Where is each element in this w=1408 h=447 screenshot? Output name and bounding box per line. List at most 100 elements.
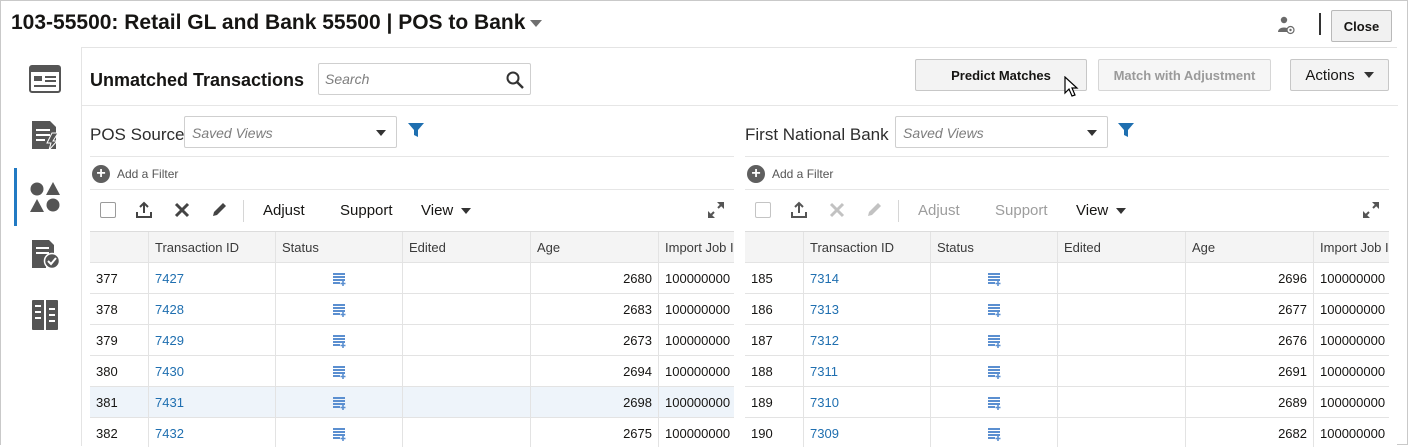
user-settings-icon[interactable]	[1277, 15, 1295, 35]
adjust-button[interactable]: Adjust	[263, 202, 305, 219]
row-number-cell: 382	[90, 418, 149, 447]
left-add-filter[interactable]: + Add a Filter	[92, 164, 178, 184]
edited-cell	[403, 418, 531, 447]
delete-icon	[826, 199, 848, 221]
column-header[interactable]: Age	[1186, 232, 1314, 263]
transaction-id-cell[interactable]: 7427	[149, 263, 276, 294]
expand-icon[interactable]	[1360, 199, 1382, 221]
transaction-id-cell[interactable]: 7309	[804, 418, 931, 447]
left-transactions-table: Transaction ID Status Edited Age Import Job …	[90, 231, 734, 447]
edit-icon	[863, 199, 885, 221]
column-header[interactable]: Transaction ID	[149, 232, 276, 263]
left-toolbar: Adjust Support View	[90, 194, 734, 226]
transaction-id-cell[interactable]: 7312	[804, 325, 931, 356]
unmatched-status-icon[interactable]	[988, 272, 1002, 286]
transaction-id-cell[interactable]: 7429	[149, 325, 276, 356]
table-row[interactable]: 379 7429 2673 100000000	[90, 325, 734, 356]
column-header[interactable]: Transaction ID	[804, 232, 931, 263]
chevron-down-icon[interactable]	[530, 19, 543, 27]
table-header-row: Transaction ID Status Edited Age Import Job …	[90, 232, 734, 263]
right-add-filter[interactable]: + Add a Filter	[747, 164, 833, 184]
right-saved-views-select[interactable]: Saved Views	[895, 116, 1108, 148]
edited-cell	[403, 356, 531, 387]
search-icon[interactable]	[505, 70, 525, 90]
transaction-id-cell[interactable]: 7314	[804, 263, 931, 294]
left-saved-views-select[interactable]: Saved Views	[184, 116, 397, 148]
saved-views-placeholder: Saved Views	[903, 125, 984, 141]
unmatched-status-icon[interactable]	[333, 396, 347, 410]
row-number-cell: 186	[745, 294, 804, 325]
row-number-cell: 189	[745, 387, 804, 418]
filter-icon[interactable]	[408, 123, 424, 137]
select-all-checkbox[interactable]	[755, 202, 771, 218]
transaction-id-cell[interactable]: 7313	[804, 294, 931, 325]
overview-icon[interactable]	[27, 61, 63, 97]
status-cell	[931, 294, 1058, 325]
table-row[interactable]: 381 7431 2698 100000000	[90, 387, 734, 418]
column-header[interactable]: Edited	[403, 232, 531, 263]
transaction-id-cell[interactable]: 7430	[149, 356, 276, 387]
unmatched-status-icon[interactable]	[988, 365, 1002, 379]
column-header[interactable]: Status	[276, 232, 403, 263]
table-row[interactable]: 186 7313 2677 100000000	[745, 294, 1389, 325]
close-button[interactable]: Close	[1331, 10, 1392, 42]
match-with-adjustment-button[interactable]: Match with Adjustment	[1098, 59, 1271, 91]
expand-icon[interactable]	[705, 199, 727, 221]
edit-icon[interactable]	[208, 199, 230, 221]
rules-icon[interactable]	[27, 117, 63, 153]
edited-cell	[403, 294, 531, 325]
unmatched-status-icon[interactable]	[333, 272, 347, 286]
column-header[interactable]: Import Job I	[1314, 232, 1389, 263]
transaction-id-cell[interactable]: 7431	[149, 387, 276, 418]
unmatched-status-icon[interactable]	[988, 396, 1002, 410]
unmatched-status-icon[interactable]	[333, 303, 347, 317]
transaction-id-cell[interactable]: 7428	[149, 294, 276, 325]
unmatched-transactions-panel: Unmatched Transactions Search Predict Ma…	[81, 47, 1398, 447]
table-row[interactable]: 377 7427 2680 100000000	[90, 263, 734, 294]
window: 103-55500: Retail GL and Bank 55500 | PO…	[0, 0, 1408, 447]
approve-icon[interactable]	[27, 236, 63, 272]
table-row[interactable]: 188 7311 2691 100000000	[745, 356, 1389, 387]
view-menu-button[interactable]: View	[421, 202, 472, 219]
import-job-cell: 100000000	[1314, 387, 1389, 418]
status-cell	[931, 325, 1058, 356]
unmatched-status-icon[interactable]	[988, 427, 1002, 441]
support-button[interactable]: Support	[340, 202, 393, 219]
search-input[interactable]: Search	[318, 63, 531, 95]
predict-matches-button[interactable]: Predict Matches	[915, 59, 1087, 91]
unmatched-status-icon[interactable]	[333, 365, 347, 379]
transaction-id-cell[interactable]: 7310	[804, 387, 931, 418]
table-row[interactable]: 185 7314 2696 100000000	[745, 263, 1389, 294]
delete-icon[interactable]	[171, 199, 193, 221]
view-menu-button[interactable]: View	[1076, 202, 1127, 219]
shapes-icon[interactable]	[27, 179, 63, 215]
column-header[interactable]: Status	[931, 232, 1058, 263]
column-header[interactable]: Age	[531, 232, 659, 263]
select-all-checkbox[interactable]	[100, 202, 116, 218]
unmatched-status-icon[interactable]	[988, 303, 1002, 317]
support-button: Support	[995, 202, 1048, 219]
table-row[interactable]: 380 7430 2694 100000000	[90, 356, 734, 387]
actions-menu-button[interactable]: Actions	[1290, 59, 1389, 91]
export-icon[interactable]	[788, 199, 810, 221]
table-row[interactable]: 382 7432 2675 100000000	[90, 418, 734, 447]
transaction-id-cell[interactable]: 7432	[149, 418, 276, 447]
report-icon[interactable]	[27, 297, 63, 333]
unmatched-status-icon[interactable]	[988, 334, 1002, 348]
unmatched-status-icon[interactable]	[333, 334, 347, 348]
transaction-id-cell[interactable]: 7311	[804, 356, 931, 387]
table-row[interactable]: 190 7309 2682 100000000	[745, 418, 1389, 447]
age-cell: 2675	[531, 418, 659, 447]
table-row[interactable]: 189 7310 2689 100000000	[745, 387, 1389, 418]
filter-icon[interactable]	[1118, 123, 1134, 137]
table-row[interactable]: 378 7428 2683 100000000	[90, 294, 734, 325]
header: 103-55500: Retail GL and Bank 55500 | PO…	[1, 1, 1407, 47]
column-header[interactable]: Import Job I	[659, 232, 734, 263]
status-cell	[276, 418, 403, 447]
export-icon[interactable]	[133, 199, 155, 221]
column-header[interactable]: Edited	[1058, 232, 1186, 263]
page-title[interactable]: 103-55500: Retail GL and Bank 55500 | PO…	[11, 11, 543, 35]
table-row[interactable]: 187 7312 2676 100000000	[745, 325, 1389, 356]
unmatched-status-icon[interactable]	[333, 427, 347, 441]
actions-label: Actions	[1305, 66, 1355, 84]
